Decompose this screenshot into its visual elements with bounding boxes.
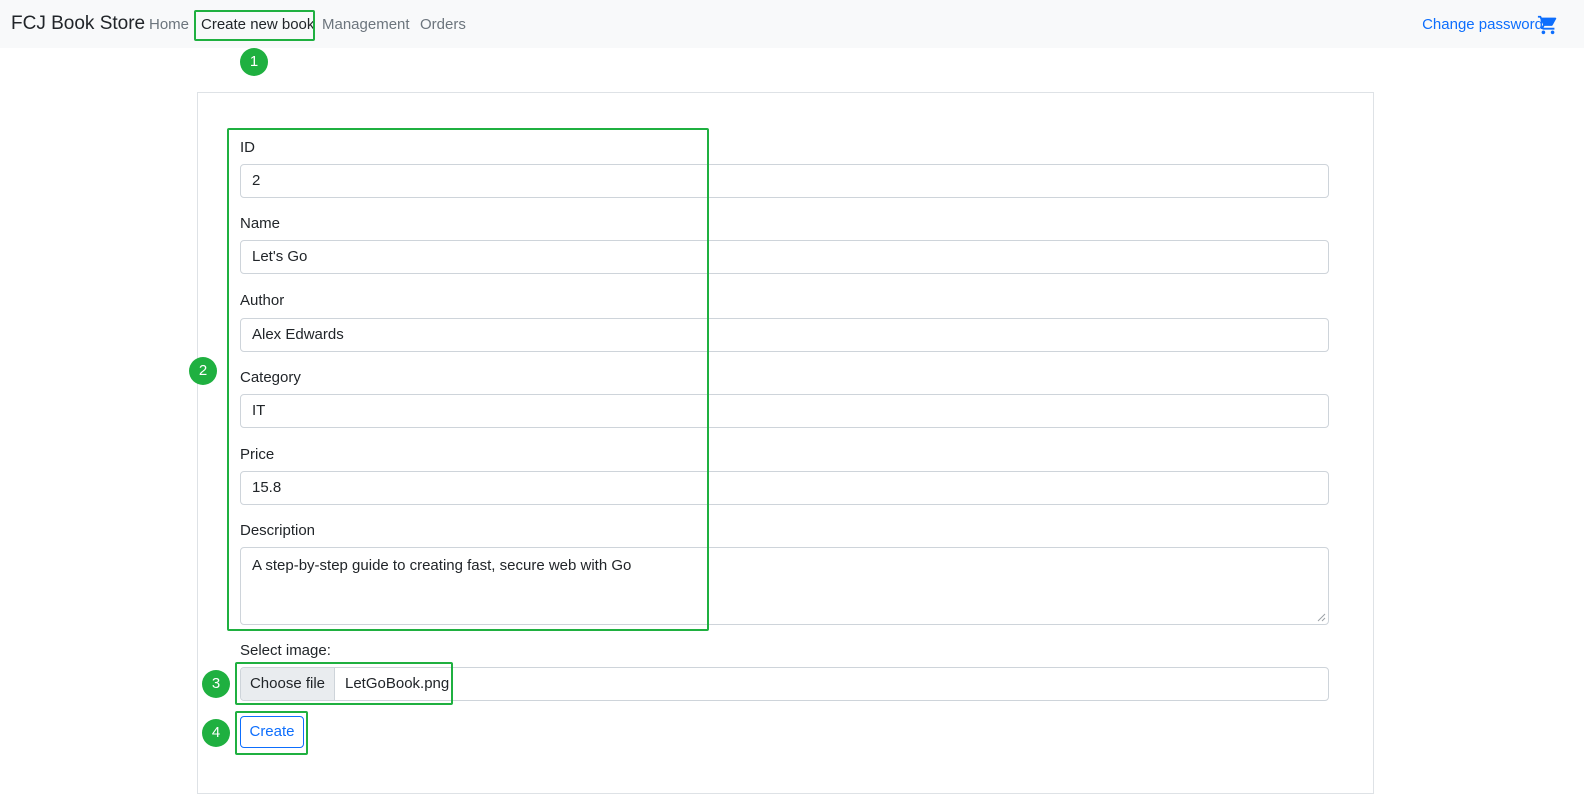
category-input[interactable]: IT bbox=[240, 394, 1329, 428]
resize-handle-icon[interactable] bbox=[1317, 613, 1326, 622]
step-badge-4: 4 bbox=[202, 719, 230, 747]
image-file-input[interactable]: Choose file LetGoBook.png bbox=[240, 667, 1329, 701]
create-button[interactable]: Create bbox=[240, 716, 304, 748]
navbar: FCJ Book Store Home Create new book Mana… bbox=[0, 0, 1584, 48]
step-badge-3: 3 bbox=[202, 670, 230, 698]
selected-file-name: LetGoBook.png bbox=[345, 675, 450, 692]
nav-home[interactable]: Home bbox=[149, 16, 189, 33]
change-password-link[interactable]: Change password bbox=[1422, 16, 1543, 33]
price-input[interactable]: 15.8 bbox=[240, 471, 1329, 505]
name-label: Name bbox=[240, 215, 281, 232]
cart-icon[interactable] bbox=[1537, 14, 1559, 36]
nav-orders[interactable]: Orders bbox=[420, 16, 466, 33]
id-input[interactable]: 2 bbox=[240, 164, 1329, 198]
author-label: Author bbox=[240, 292, 285, 309]
brand-link[interactable]: FCJ Book Store bbox=[11, 13, 145, 35]
choose-file-button[interactable]: Choose file bbox=[241, 668, 335, 700]
price-label: Price bbox=[240, 446, 275, 463]
author-input[interactable]: Alex Edwards bbox=[240, 318, 1329, 352]
category-label: Category bbox=[240, 369, 301, 386]
description-textarea[interactable]: A step-by-step guide to creating fast, s… bbox=[240, 547, 1329, 625]
nav-create-new-book[interactable]: Create new book bbox=[201, 16, 314, 33]
id-label: ID bbox=[240, 139, 255, 156]
description-label: Description bbox=[240, 522, 316, 539]
description-text: A step-by-step guide to creating fast, s… bbox=[252, 557, 632, 574]
nav-management[interactable]: Management bbox=[322, 16, 410, 33]
step-badge-2: 2 bbox=[189, 357, 217, 385]
name-input[interactable]: Let's Go bbox=[240, 240, 1329, 274]
step-badge-1: 1 bbox=[240, 48, 268, 76]
select-image-label: Select image: bbox=[240, 642, 331, 659]
